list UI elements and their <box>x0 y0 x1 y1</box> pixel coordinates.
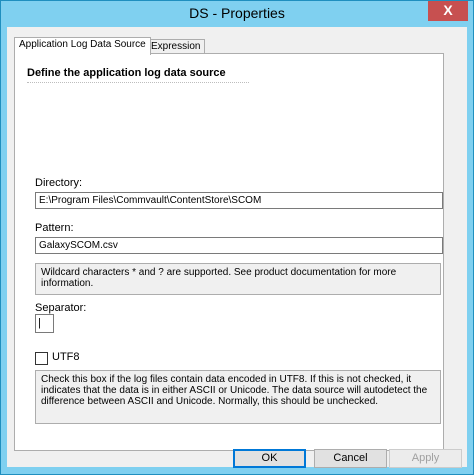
dialog-client-area: Application Log Data Source Expression D… <box>7 27 467 468</box>
apply-button[interactable]: Apply <box>389 449 462 468</box>
utf8-help-text: Check this box if the log files contain … <box>35 370 441 424</box>
utf8-label[interactable]: UTF8 <box>52 351 80 363</box>
separator-label: Separator: <box>35 302 87 314</box>
close-icon[interactable]: X <box>428 1 468 21</box>
section-divider <box>27 82 249 83</box>
ok-button[interactable]: OK <box>233 449 306 468</box>
section-title: Define the application log data source <box>27 67 226 79</box>
pattern-help-text: Wildcard characters * and ? are supporte… <box>35 263 441 295</box>
tab-expression[interactable]: Expression <box>146 39 206 54</box>
directory-label: Directory: <box>35 177 83 189</box>
properties-window: DS - Properties X Application Log Data S… <box>0 0 474 475</box>
cancel-button[interactable]: Cancel <box>314 449 387 468</box>
utf8-checkbox[interactable] <box>35 352 48 365</box>
directory-input[interactable]: E:\Program Files\Commvault\ContentStore\… <box>35 192 443 209</box>
separator-input[interactable]: | <box>35 314 54 333</box>
pattern-input[interactable]: GalaxySCOM.csv <box>35 237 443 254</box>
window-title: DS - Properties <box>189 5 285 21</box>
tab-panel: Define the application log data source D… <box>14 53 444 451</box>
pattern-label: Pattern: <box>35 222 74 234</box>
tab-application-log-data-source[interactable]: Application Log Data Source <box>14 37 151 55</box>
title-bar[interactable]: DS - Properties X <box>1 1 473 26</box>
